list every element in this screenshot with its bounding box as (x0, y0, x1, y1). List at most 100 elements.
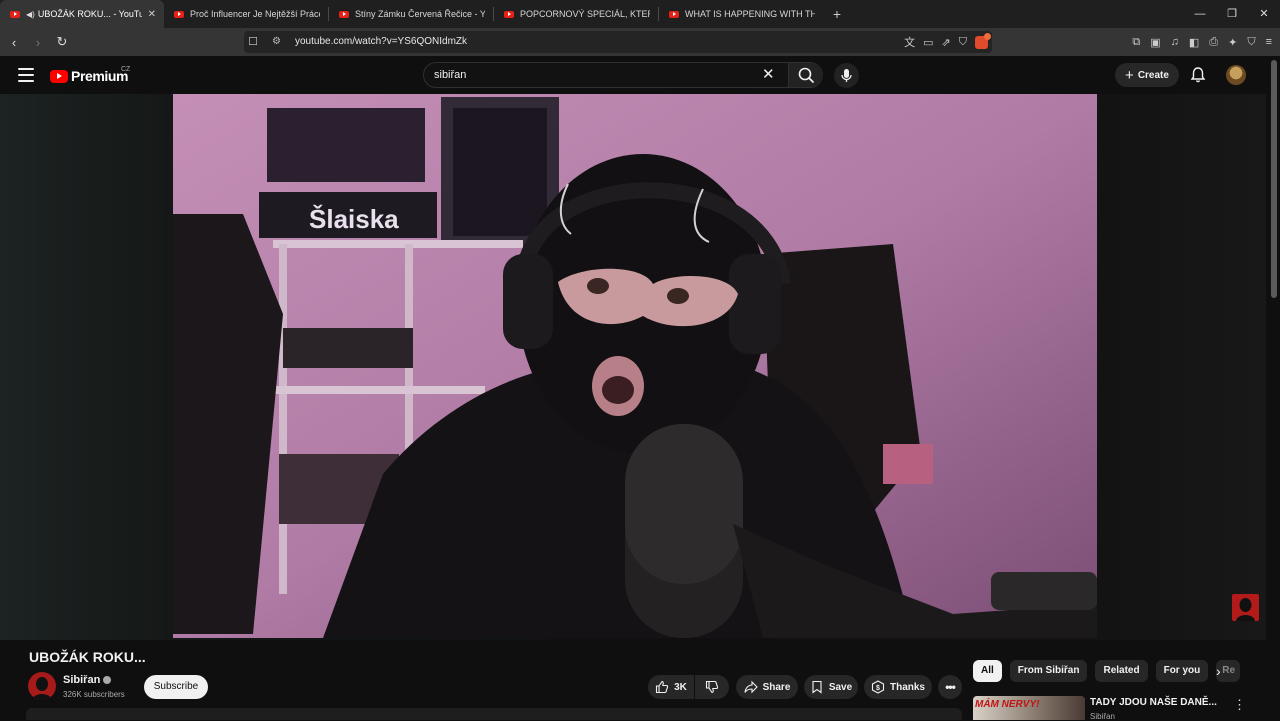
create-label: Create (1137, 69, 1169, 81)
url-bar[interactable]: ☐ ⚙ youtube.com/watch?v=YS6QONIdmZk 文 ▭ … (244, 31, 992, 53)
share-button[interactable]: Share (736, 675, 798, 699)
chip-from-channel[interactable]: From Sibiřan (1009, 660, 1088, 682)
masked-figure-icon (32, 677, 52, 700)
thanks-button[interactable]: $ Thanks (864, 675, 932, 699)
thumbs-down-icon (705, 680, 719, 694)
tab-active[interactable]: ◀) UBOŽÁK ROKU... - YouTube ✕ (0, 0, 164, 28)
youtube-favicon-icon (504, 10, 514, 18)
bookmark-icon[interactable]: ☐ (242, 31, 264, 53)
channel-name[interactable]: Sibiřan (63, 674, 112, 686)
share-page-icon[interactable]: ⇗ (942, 36, 951, 49)
sidebar-toggle-icon[interactable]: ◧ (1189, 36, 1199, 49)
subscribe-button[interactable]: Subscribe (144, 675, 208, 699)
site-info-icon[interactable]: ⚙ (272, 31, 288, 53)
address-toolbar: ‹ › ↻ ☐ ⚙ youtube.com/watch?v=YS6QONIdmZ… (0, 28, 1280, 56)
menu-icon[interactable]: ≡ (1266, 36, 1272, 48)
chevron-right-icon[interactable]: › (1216, 663, 1221, 679)
account-avatar[interactable] (1226, 65, 1246, 85)
recommendation-thumbnail[interactable]: MÁM NERVY! (973, 696, 1085, 720)
window-controls: — ❐ ✕ (1184, 0, 1280, 28)
search-input[interactable] (434, 69, 754, 81)
clear-search-icon[interactable]: ✕ (762, 66, 775, 84)
back-icon[interactable]: ‹ (4, 35, 24, 50)
svg-text:$: $ (876, 685, 880, 692)
audio-playing-icon[interactable]: ◀) (26, 10, 35, 19)
downloads-icon[interactable]: ⎙ (1209, 36, 1218, 49)
description-box-edge (26, 708, 962, 720)
translate-icon[interactable]: 文 (904, 34, 915, 50)
tab[interactable]: WHAT IS HAPPENING WITH THE USA (659, 0, 823, 28)
maximize-icon[interactable]: ❐ (1216, 0, 1248, 28)
dislike-button[interactable] (695, 675, 729, 699)
brave-rewards-icon[interactable] (975, 32, 991, 49)
tab[interactable]: POPCORNOVÝ SPECIÁL, KTERÝ JE NE (494, 0, 658, 28)
extensions-area: ⧉ ▣ ♫ ◧ ⎙ ✦ ⛉ ≡ (1132, 28, 1272, 56)
chip-related[interactable]: Related (1095, 660, 1148, 682)
chip-all[interactable]: All (973, 660, 1002, 682)
masked-figure-icon (1236, 598, 1255, 621)
tab-title: UBOŽÁK ROKU... - YouTube (37, 9, 142, 19)
wallet-icon[interactable]: ▣ (1150, 36, 1160, 49)
tab[interactable]: Stíny Zámku Červená Řečice - YouTul (329, 0, 493, 28)
close-window-icon[interactable]: ✕ (1248, 0, 1280, 28)
url-actions: 文 ▭ ⇗ ⛉ (904, 31, 991, 53)
youtube-logo-icon (50, 69, 68, 83)
leo-icon[interactable]: ✦ (1228, 36, 1237, 49)
channel-name-text: Sibiřan (63, 674, 101, 686)
url-text[interactable]: youtube.com/watch?v=YS6QONIdmZk (295, 36, 467, 47)
new-tab-button[interactable]: + (823, 6, 851, 22)
extensions-icon[interactable]: ⧉ (1132, 36, 1140, 49)
cast-icon[interactable]: ▭ (923, 36, 933, 49)
youtube-favicon-icon (339, 10, 349, 18)
browser-tab-strip: ◀) UBOŽÁK ROKU... - YouTube ✕ Proč Influ… (0, 0, 1280, 28)
tab[interactable]: Proč Influencer Je Nejtěžší Práce? - Y (164, 0, 328, 28)
video-frame: Šlaiska (173, 94, 1097, 638)
chip-for-you[interactable]: For you (1155, 660, 1209, 682)
channel-watermark[interactable] (1232, 594, 1259, 621)
more-vertical-icon[interactable]: ⋮ (1233, 697, 1246, 713)
tab-title: WHAT IS HAPPENING WITH THE USA (685, 9, 815, 19)
tab-title: Proč Influencer Je Nejtěžší Práce? - Y (190, 9, 320, 19)
youtube-favicon-icon (669, 10, 679, 18)
logo-country-code: CZ (121, 66, 131, 73)
minimize-icon[interactable]: — (1184, 0, 1216, 28)
voice-search-button[interactable] (834, 63, 859, 88)
thumbnail-text: MÁM NERVY! (975, 699, 1040, 710)
video-title: UBOŽÁK ROKU... (29, 649, 146, 665)
more-actions-button[interactable]: ••• (938, 675, 962, 699)
scrollbar-thumb[interactable] (1271, 60, 1277, 298)
super-thanks-icon: $ (871, 680, 885, 694)
video-player[interactable]: Šlaiska (173, 94, 1097, 638)
page-scrollbar[interactable] (1268, 56, 1280, 720)
search-button[interactable] (788, 63, 823, 87)
thumbs-up-icon (656, 680, 669, 694)
search-icon (798, 67, 814, 83)
media-icon[interactable]: ♫ (1171, 36, 1179, 48)
bookmark-save-icon (812, 680, 822, 694)
plus-icon: + (1125, 66, 1134, 84)
recommendation-title[interactable]: TADY JDOU NAŠE DANĚ... (1090, 697, 1217, 708)
brave-shield-icon[interactable]: ⛉ (959, 36, 967, 49)
notifications-bell-icon[interactable] (1189, 66, 1207, 84)
save-button[interactable]: Save (804, 675, 858, 699)
create-button[interactable]: + Create (1115, 63, 1179, 87)
vpn-icon[interactable]: ⛉ (1247, 36, 1255, 49)
related-filter-chips: All From Sibiřan Related For you Re (973, 660, 1241, 682)
tab-title: POPCORNOVÝ SPECIÁL, KTERÝ JE NE (520, 9, 650, 19)
tab-title: Stíny Zámku Červená Řečice - YouTul (355, 9, 485, 19)
youtube-logo[interactable]: Premium (50, 68, 129, 84)
share-label: Share (762, 681, 791, 693)
guide-menu-icon[interactable] (18, 68, 34, 82)
like-count: 3K (674, 681, 687, 693)
like-button[interactable]: 3K (648, 675, 694, 699)
scene-text-slaiska: Šlaiska (309, 204, 399, 234)
forward-icon[interactable]: › (28, 35, 48, 50)
close-tab-icon[interactable]: ✕ (148, 9, 156, 20)
youtube-favicon-icon (10, 10, 20, 18)
microphone-icon (841, 69, 852, 82)
more-horizontal-icon: ••• (945, 680, 956, 694)
verified-badge-icon (103, 676, 112, 684)
youtube-favicon-icon (174, 10, 184, 18)
channel-avatar[interactable] (28, 672, 56, 700)
reload-icon[interactable]: ↻ (52, 34, 72, 50)
